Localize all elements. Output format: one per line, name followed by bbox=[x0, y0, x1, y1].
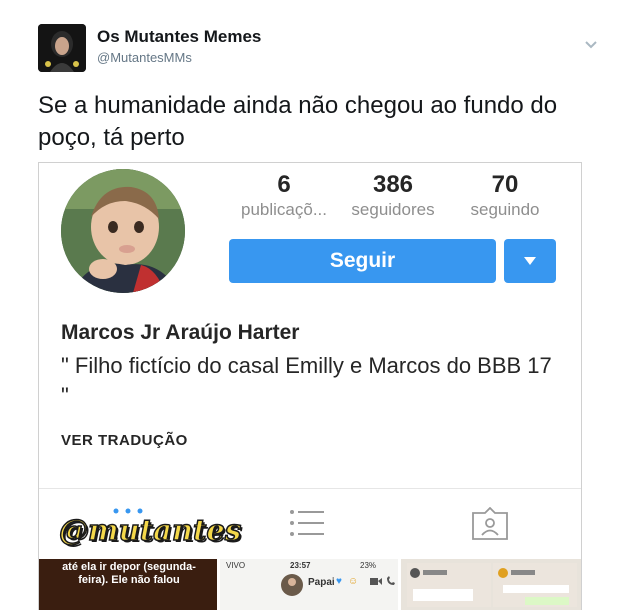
tweet-text: Se a humanidade ainda não chegou ao fund… bbox=[38, 92, 558, 151]
emoji-icon: ☺ bbox=[348, 576, 359, 587]
profile-photo bbox=[61, 169, 185, 293]
chat-screenshot-preview bbox=[407, 563, 577, 607]
see-translation-link[interactable]: VER TRADUÇÃO bbox=[61, 432, 188, 449]
instagram-screenshot: 6 publicaçõ... 386 seguidores 70 seguind… bbox=[38, 162, 582, 610]
tagged-photos-icon[interactable] bbox=[471, 507, 509, 541]
stat-followers[interactable]: 386 seguidores bbox=[341, 171, 445, 221]
follow-button[interactable]: Seguir bbox=[229, 239, 496, 283]
tweet-header: Os Mutantes Memes @MutantesMMs bbox=[0, 0, 635, 80]
posts-count: 6 bbox=[277, 171, 291, 198]
post-thumbnail[interactable]: até ela ir depor (segunda-feira). Ele nã… bbox=[39, 559, 217, 610]
profile-bio: " Filho fictício do casal Emilly e Marco… bbox=[61, 353, 552, 408]
list-view-icon[interactable] bbox=[289, 509, 325, 537]
story-caption: até ela ir depor (segunda-feira). Ele nã… bbox=[62, 561, 196, 586]
profile-name: Marcos Jr Araújo Harter bbox=[61, 321, 300, 344]
chevron-down-icon[interactable] bbox=[584, 38, 598, 52]
suggested-accounts-button[interactable] bbox=[504, 239, 556, 283]
following-label: seguindo bbox=[470, 200, 540, 219]
followers-label: seguidores bbox=[351, 200, 435, 219]
tab-divider bbox=[39, 488, 581, 489]
phone-icon bbox=[387, 576, 395, 585]
posts-label: publicaçõ... bbox=[241, 200, 327, 219]
post-thumbnail[interactable]: VIVO 23:57 23% Papai ♥ ☺ bbox=[220, 559, 398, 610]
video-call-icon bbox=[370, 578, 382, 585]
display-name[interactable]: Os Mutantes Memes bbox=[97, 27, 261, 47]
chat-contact-name: Papai bbox=[308, 577, 335, 588]
account-handle[interactable]: @MutantesMMs bbox=[97, 50, 192, 65]
clock-label: 23:57 bbox=[290, 561, 311, 570]
followers-count: 386 bbox=[372, 171, 414, 198]
photo-grid: até ela ir depor (segunda-feira). Ele nã… bbox=[39, 559, 581, 610]
following-count: 70 bbox=[491, 171, 519, 198]
contact-avatar bbox=[281, 574, 303, 596]
stat-posts[interactable]: 6 publicaçõ... bbox=[229, 171, 339, 221]
account-avatar[interactable] bbox=[38, 24, 86, 72]
watermark-text: @mutantes bbox=[58, 512, 242, 548]
battery-label: 23% bbox=[360, 561, 377, 570]
stat-following[interactable]: 70 seguindo bbox=[459, 171, 551, 221]
heart-icon: ♥ bbox=[336, 576, 342, 587]
caret-down-icon bbox=[524, 257, 536, 265]
carrier-label: VIVO bbox=[226, 561, 246, 570]
post-thumbnail[interactable] bbox=[401, 559, 581, 610]
